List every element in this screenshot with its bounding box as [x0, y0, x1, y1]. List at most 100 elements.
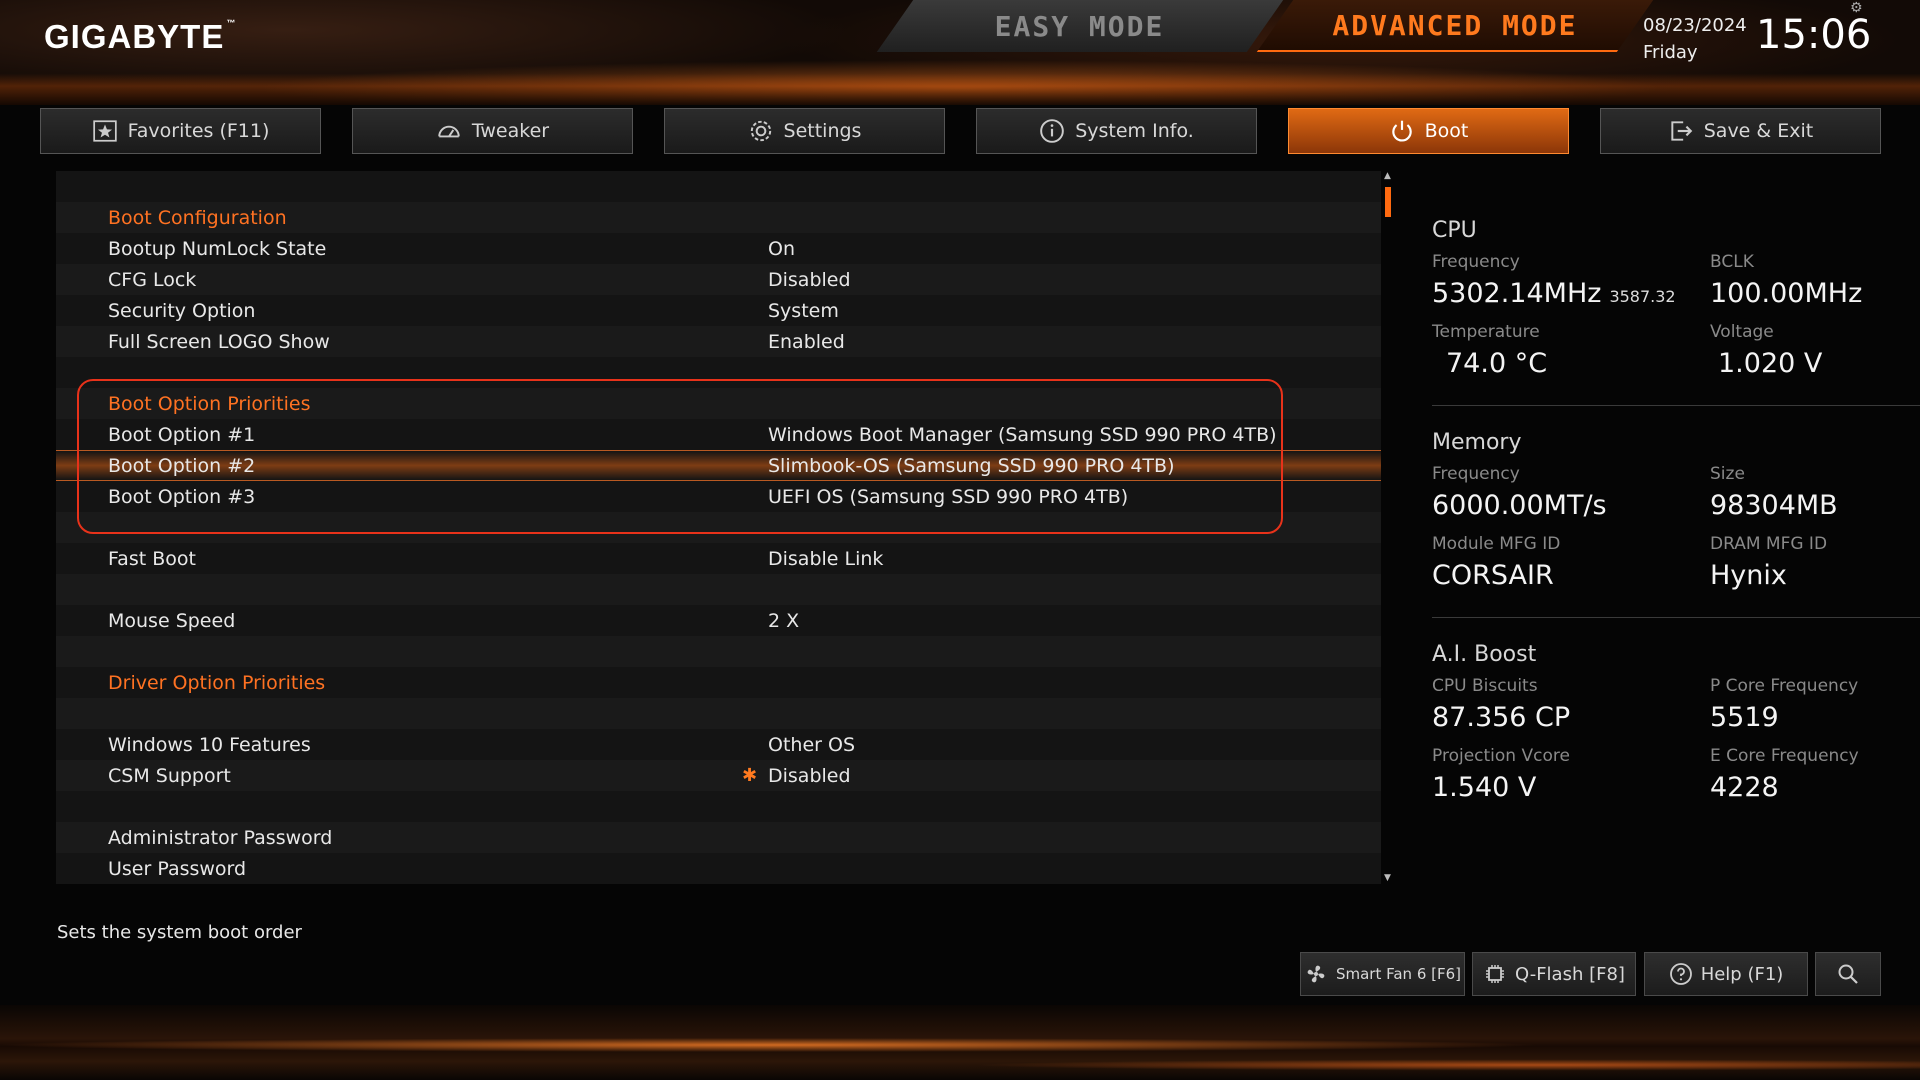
setting-row[interactable]: User Password [56, 853, 1381, 884]
setting-label: Administrator Password [108, 826, 333, 849]
tab-label: Settings [783, 120, 862, 142]
setting-row[interactable]: CSM Support ✱ Disabled [56, 760, 1381, 791]
blank-row [56, 791, 1381, 822]
section-header-label: Boot Configuration [108, 206, 287, 229]
setting-label: Fast Boot [108, 547, 196, 570]
blank-row [56, 636, 1381, 667]
setting-label: CSM Support [108, 764, 231, 787]
ecore-frequency-value: 4228 [1710, 772, 1779, 803]
advanced-mode-button[interactable]: ADVANCED MODE [1256, 0, 1654, 52]
tab-favorites[interactable]: Favorites (F11) [40, 108, 321, 154]
tab-settings[interactable]: Settings [664, 108, 945, 154]
exit-icon [1671, 121, 1693, 141]
cpu-frequency-label: Frequency [1432, 252, 1520, 272]
main-tabs: Favorites (F11) Tweaker Settings System … [40, 108, 1882, 154]
blank-row [56, 574, 1381, 605]
scroll-up-arrow-icon[interactable]: ▲ [1384, 171, 1391, 181]
tab-boot[interactable]: Boot [1288, 108, 1569, 154]
dram-mfg-label: DRAM MFG ID [1710, 534, 1828, 554]
fan-icon [1307, 965, 1325, 983]
divider [1432, 405, 1920, 406]
scroll-thumb[interactable] [1385, 187, 1391, 217]
setting-value[interactable]: 2 X [768, 610, 799, 632]
search-button[interactable] [1815, 952, 1881, 996]
cpu-temp-label: Temperature [1432, 322, 1540, 342]
easy-mode-button[interactable]: EASY MODE [876, 0, 1284, 52]
setting-row[interactable]: Fast Boot Disable Link [56, 543, 1381, 574]
setting-value[interactable]: Disabled [768, 765, 851, 787]
section-header-label: Driver Option Priorities [108, 671, 326, 694]
tab-label: Save & Exit [1703, 120, 1814, 142]
day-text: Friday [1643, 42, 1698, 63]
help-button[interactable]: Help (F1) [1644, 952, 1808, 996]
scroll-down-arrow-icon[interactable]: ▼ [1384, 873, 1391, 883]
qflash-label: Q-Flash [F8] [1515, 963, 1625, 985]
projection-vcore-label: Projection Vcore [1432, 746, 1570, 766]
blank-row [56, 698, 1381, 729]
setting-value[interactable]: On [768, 238, 795, 260]
setting-label: Mouse Speed [108, 609, 236, 632]
tab-label: Boot [1424, 120, 1469, 142]
memory-title: Memory [1432, 430, 1522, 455]
mem-frequency-label: Frequency [1432, 464, 1520, 484]
chip-icon [1486, 965, 1505, 983]
setting-label: Bootup NumLock State [108, 237, 327, 260]
setting-row[interactable]: Full Screen LOGO Show Enabled [56, 326, 1381, 357]
clock: 15:06 [1756, 12, 1872, 58]
smart-fan-label: Smart Fan 6 [F6] [1335, 965, 1462, 983]
cpu-frequency-value: 5302.14MHz 3587.32 [1432, 278, 1676, 309]
date-text: 08/23/2024 [1643, 15, 1747, 36]
pcore-frequency-label: P Core Frequency [1710, 676, 1859, 696]
settings-gear-icon[interactable]: ⚙ [1850, 0, 1866, 16]
cpu-biscuits-label: CPU Biscuits [1432, 676, 1538, 696]
smart-fan-button[interactable]: Smart Fan 6 [F6] [1300, 952, 1465, 996]
setting-row[interactable]: Administrator Password [56, 822, 1381, 853]
blank-row [56, 171, 1381, 202]
setting-row[interactable]: CFG Lock Disabled [56, 264, 1381, 295]
pcore-frequency-value: 5519 [1710, 702, 1779, 733]
help-hint-text: Sets the system boot order [57, 922, 302, 943]
cpu-temp-value: 74.0 °C [1446, 348, 1548, 379]
bclk-label: BCLK [1710, 252, 1754, 272]
setting-value[interactable]: Enabled [768, 331, 845, 353]
mem-size-value: 98304MB [1710, 490, 1838, 521]
setting-label: User Password [108, 857, 247, 880]
setting-row[interactable]: Windows 10 Features Other OS [56, 729, 1381, 760]
help-label: Help (F1) [1700, 963, 1784, 985]
setting-value[interactable]: System [768, 300, 839, 322]
mem-frequency-value: 6000.00MT/s [1432, 490, 1607, 521]
power-icon [1391, 120, 1412, 142]
gigabyte-logo: GIGABYTE ™ [44, 18, 237, 55]
gear-icon [750, 120, 771, 142]
section-header: Driver Option Priorities [56, 667, 1381, 698]
info-icon [1040, 119, 1065, 143]
modified-star-icon: ✱ [742, 765, 758, 786]
section-header: Boot Configuration [56, 202, 1381, 233]
qflash-button[interactable]: Q-Flash [F8] [1472, 952, 1636, 996]
setting-value[interactable]: Disabled [768, 269, 851, 291]
setting-row[interactable]: Mouse Speed 2 X [56, 605, 1381, 636]
footer-background [0, 1005, 1920, 1080]
cpu-voltage-value: 1.020 V [1718, 348, 1823, 379]
setting-row[interactable]: Bootup NumLock State On [56, 233, 1381, 264]
search-icon [1838, 964, 1858, 984]
setting-value[interactable]: Other OS [768, 734, 855, 756]
cpu-biscuits-value: 87.356 CP [1432, 702, 1571, 733]
setting-label: Security Option [108, 299, 256, 322]
cpu-voltage-label: Voltage [1710, 322, 1774, 342]
tab-system-info[interactable]: System Info. [976, 108, 1257, 154]
tab-label: Favorites (F11) [127, 120, 270, 142]
aiboost-title: A.I. Boost [1432, 642, 1537, 667]
star-icon [92, 120, 117, 142]
tab-tweaker[interactable]: Tweaker [352, 108, 633, 154]
speedometer-icon [438, 125, 460, 138]
setting-value[interactable]: Disable Link [768, 548, 883, 570]
setting-row[interactable]: Security Option System [56, 295, 1381, 326]
divider [1432, 617, 1920, 618]
list-scrollbar[interactable]: ▲ ▼ [1382, 171, 1396, 886]
cpu-title: CPU [1432, 218, 1477, 243]
help-icon [1669, 963, 1692, 985]
setting-label: Windows 10 Features [108, 733, 311, 756]
module-mfg-label: Module MFG ID [1432, 534, 1561, 554]
tab-save-exit[interactable]: Save & Exit [1600, 108, 1881, 154]
